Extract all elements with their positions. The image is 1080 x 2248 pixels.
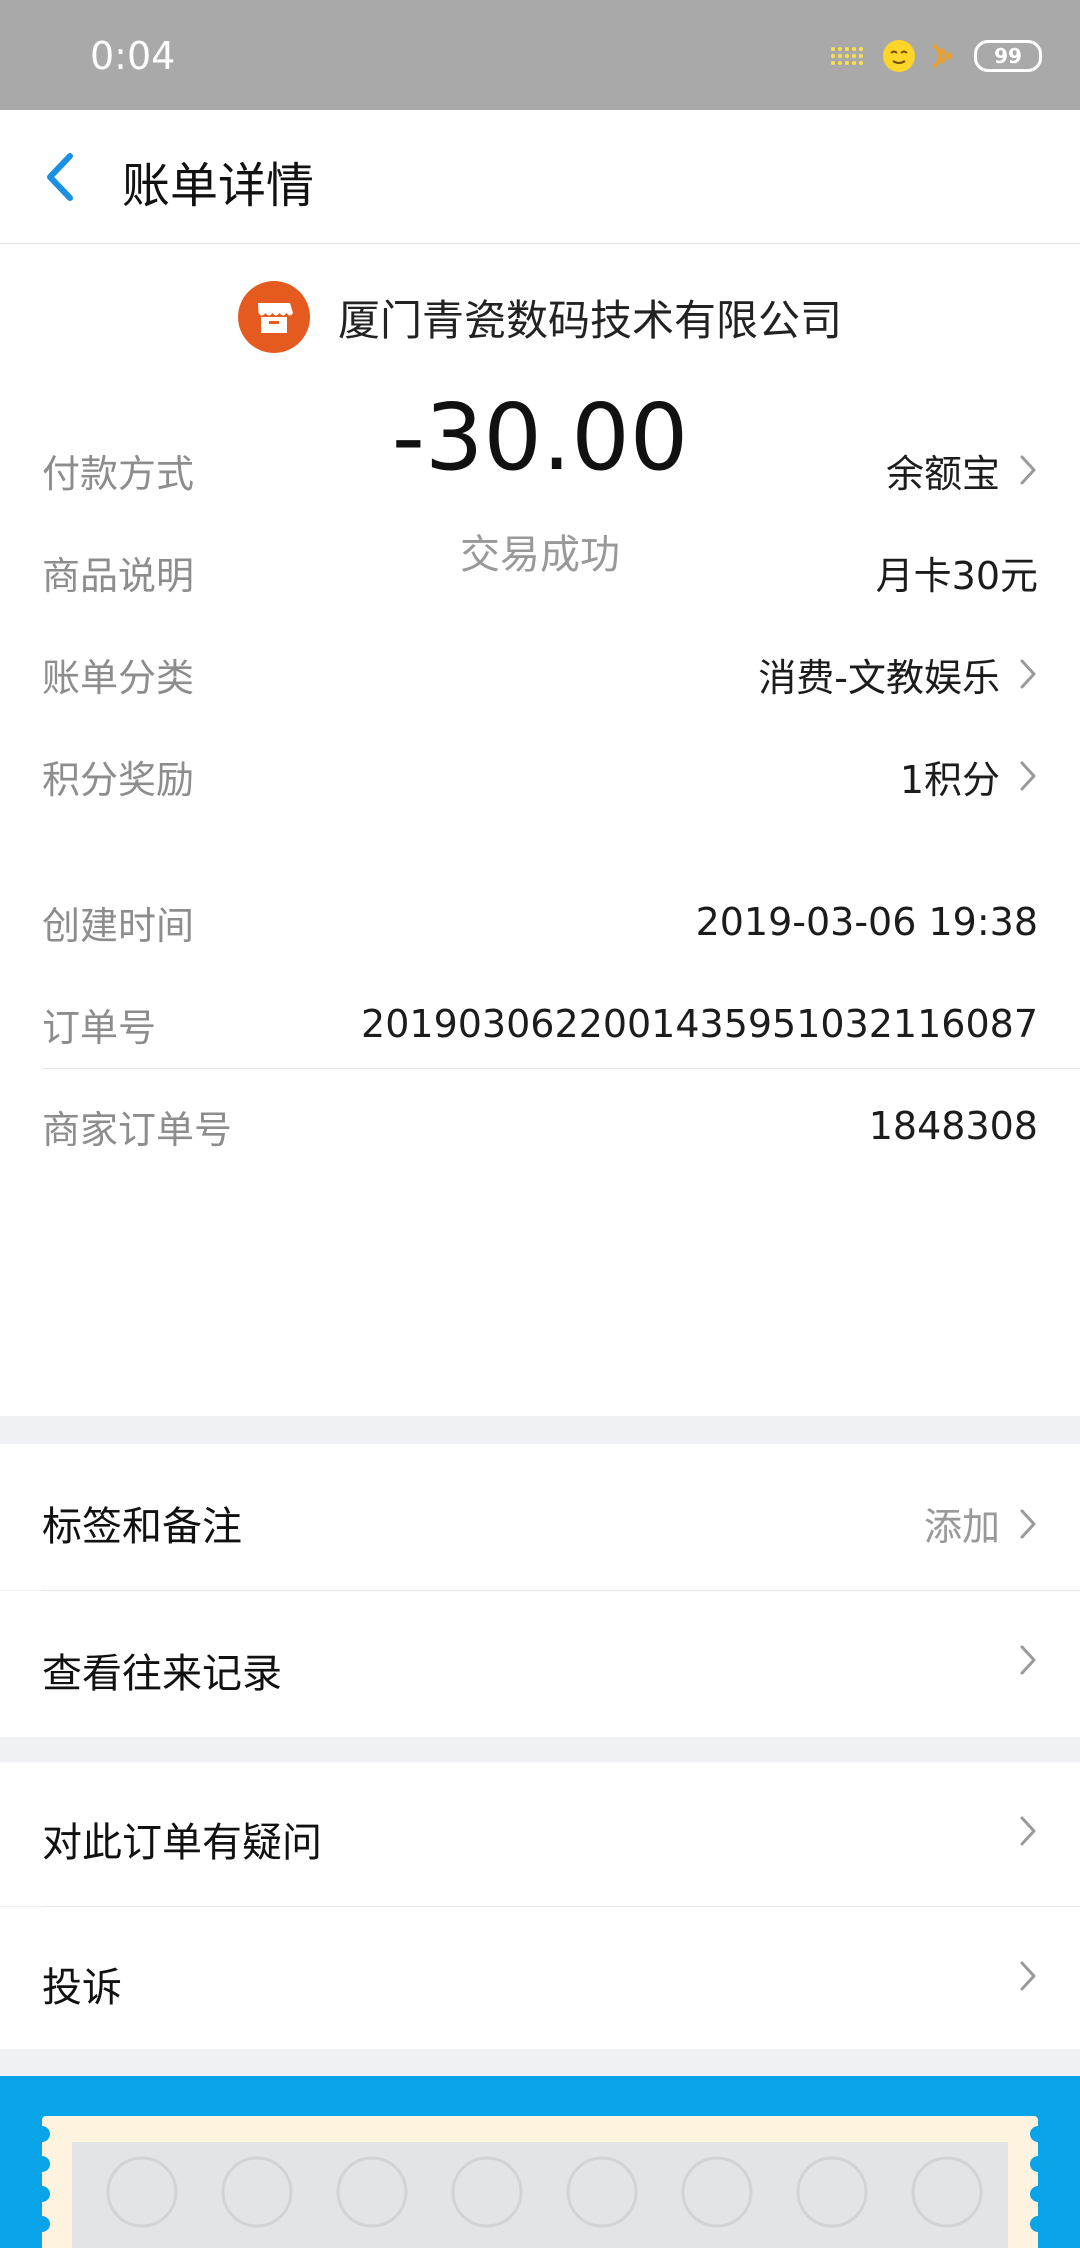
detail-row-created-time: 创建时间 2019-03-06 19:38 [42,892,1038,952]
complaint-label: 投诉 [42,1965,122,2011]
detail-label: 创建时间 [42,903,195,948]
detail-value: 2019030622001435951032116087 [361,1002,1038,1046]
detail-value: 月卡30元 [875,553,1038,598]
tags-notes-label: 标签和备注 [42,1504,242,1550]
tags-notes-row[interactable]: 标签和备注 添加 [0,1444,1080,1590]
chevron-right-icon [1020,1509,1036,1538]
detail-value: 余额宝 [885,451,1000,496]
stamp-notch [1030,2186,1046,2202]
signal-dots-icon [831,47,863,65]
detail-row-merchant-order: 商家订单号 1848308 [42,1096,1038,1156]
stamp-notch [34,2216,50,2232]
history-label: 查看往来记录 [42,1651,282,1697]
wifi-icon [932,43,952,69]
stamp-notch [1030,2126,1046,2142]
bill-summary-card: 厦门青瓷数码技术有限公司 -30.00 交易成功 付款方式 余额宝 商品说明 月… [0,244,1080,1416]
stamp-notch [1030,2156,1046,2172]
detail-value: 1积分 [899,757,1000,802]
detail-row-product: 商品说明 月卡30元 [42,542,1038,602]
status-bar: 0:04 99 [0,0,1080,110]
chevron-right-icon [1020,455,1036,485]
detail-label: 商家订单号 [42,1107,233,1152]
page-title: 账单详情 [122,158,315,214]
status-icons: 99 [830,34,1042,78]
chevron-right-icon [1020,761,1036,791]
detail-row-order-number: 订单号 2019030622001435951032116087 [42,994,1038,1054]
promo-stamp-inner [72,2142,1008,2248]
storefront-icon [257,303,293,333]
detail-row-category[interactable]: 账单分类 消费-文教娱乐 [42,644,1038,704]
merchant-name: 厦门青瓷数码技术有限公司 [337,295,842,345]
stamp-notch [34,2156,50,2172]
back-chevron-icon[interactable] [38,150,88,204]
battery-level: 99 [994,44,1022,68]
chevron-right-icon [1020,1961,1036,1991]
detail-label: 账单分类 [42,655,195,700]
detail-label: 订单号 [42,1005,157,1050]
merchant-row: 厦门青瓷数码技术有限公司 [0,280,1080,354]
stamp-notch [1030,2216,1046,2232]
stamp-notch [34,2186,50,2202]
detail-value: 1848308 [868,1104,1038,1148]
promo-banner[interactable] [0,2076,1080,2248]
detail-row-points[interactable]: 积分奖励 1积分 [42,746,1038,806]
promo-stamp-card [34,2116,1046,2248]
section-divider [42,1068,1080,1069]
detail-value: 2019-03-06 19:38 [695,900,1038,944]
chevron-right-icon [1020,1645,1036,1675]
question-label: 对此订单有疑问 [42,1820,322,1866]
emoji-face-icon [883,40,915,72]
chevron-right-icon [1020,659,1036,689]
detail-row-payment-method[interactable]: 付款方式 余额宝 [42,440,1038,500]
detail-label: 付款方式 [42,451,195,496]
merchant-logo [237,281,310,353]
detail-label: 积分奖励 [42,757,195,802]
question-row[interactable]: 对此订单有疑问 [0,1762,1080,1906]
detail-label: 商品说明 [42,553,195,598]
stamp-notch [34,2126,50,2142]
add-link[interactable]: 添加 [924,1496,1000,1551]
chevron-right-icon [1020,1816,1036,1846]
detail-value: 消费-文教娱乐 [758,655,1000,700]
status-time: 0:04 [90,34,176,78]
complaint-row[interactable]: 投诉 [0,1907,1080,2049]
pattern-icon [106,2156,983,2228]
nav-bar: 账单详情 [0,110,1080,244]
battery-icon: 99 [974,40,1042,72]
history-row[interactable]: 查看往来记录 [0,1591,1080,1737]
